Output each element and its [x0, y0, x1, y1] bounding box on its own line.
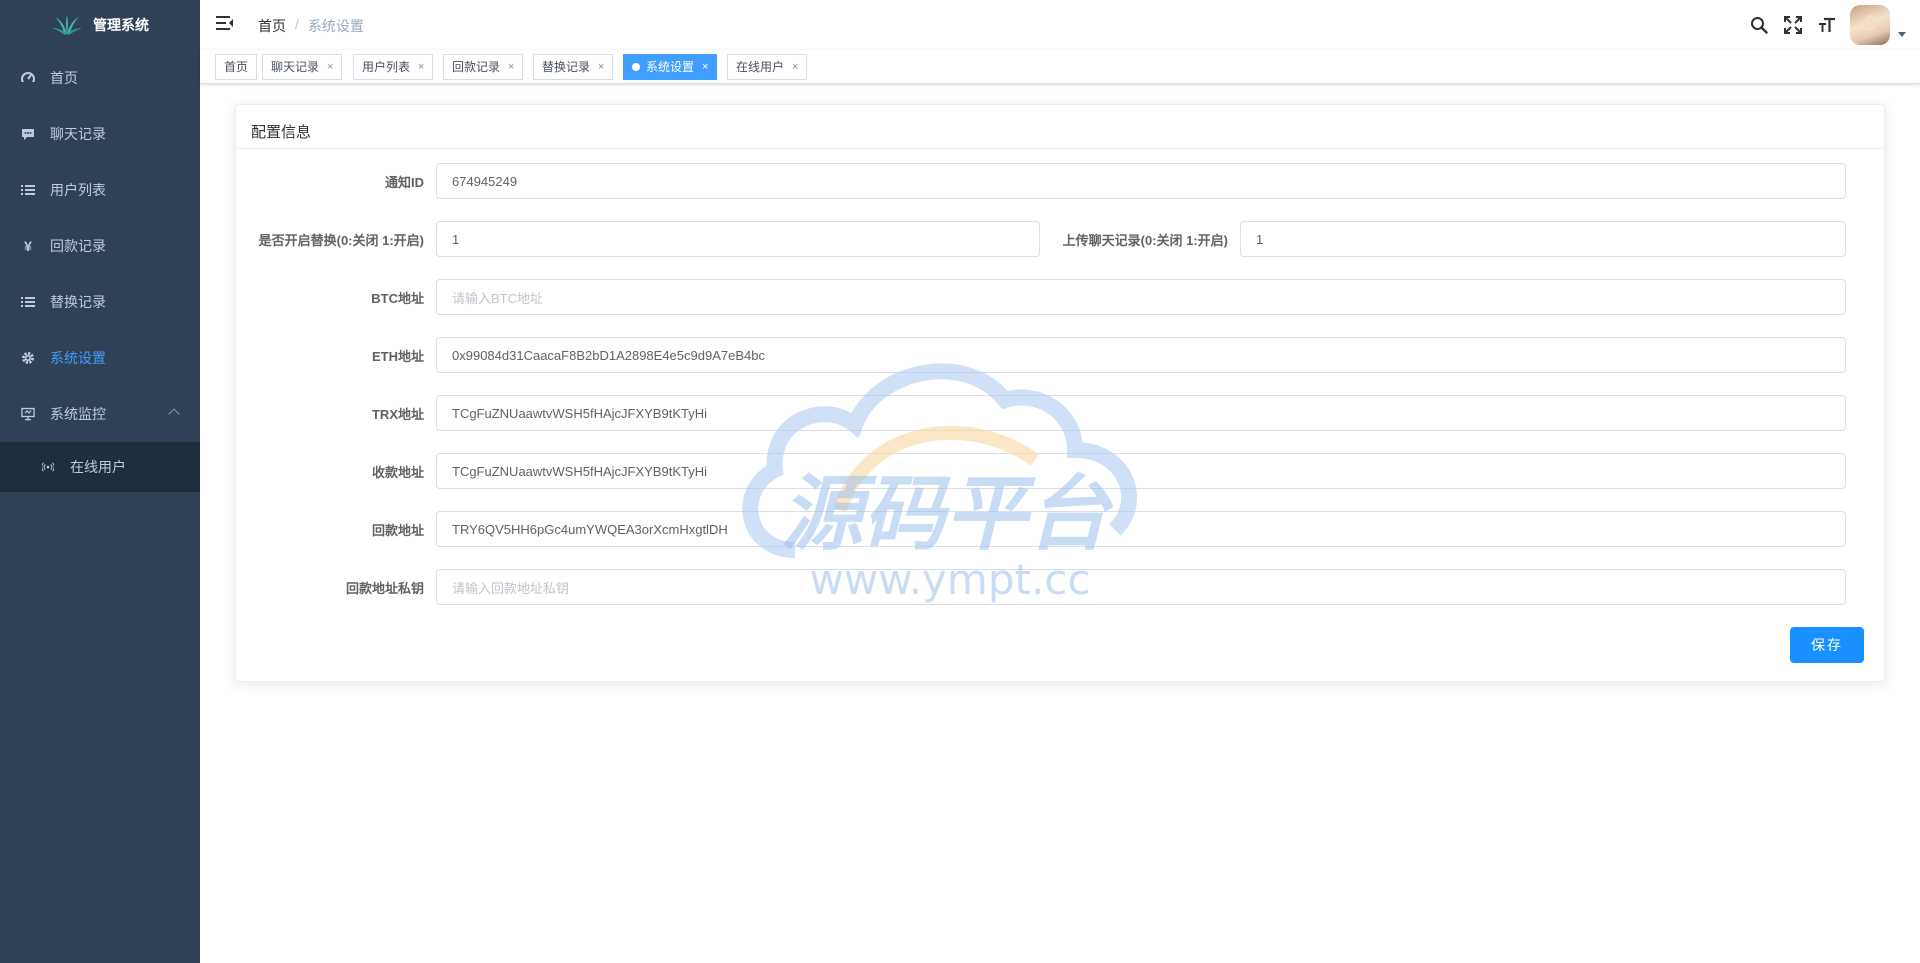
card-title: 配置信息 [236, 105, 1884, 149]
sidebar-item-online-users[interactable]: 在线用户 [0, 442, 200, 492]
navbar: 首页 / 系统设置 [200, 0, 1920, 50]
form-row-receive: 收款地址 TCgFuZNUaawtvWSH5fHAjcJFXYB9tKTyHi [236, 453, 1846, 489]
receive-label: 收款地址 [371, 464, 424, 480]
user-menu[interactable] [1850, 5, 1906, 45]
list-icon [20, 294, 36, 310]
tag-label: 替换记录 [542, 60, 591, 74]
active-dot-icon [632, 63, 640, 71]
form-row-replace: 是否开启替换(0:关闭 1:开启) 1 [236, 221, 1040, 257]
close-icon[interactable]: × [418, 55, 424, 79]
search-icon[interactable] [1742, 0, 1776, 50]
list-icon [20, 182, 36, 198]
dashboard-icon [20, 70, 36, 86]
monitor-icon [20, 406, 36, 422]
message-icon [20, 126, 36, 142]
tag-label: 回款记录 [452, 60, 501, 74]
avatar[interactable] [1850, 5, 1890, 45]
form-row-trx: TRX地址 TCgFuZNUaawtvWSH5fHAjcJFXYB9tKTyHi [236, 395, 1846, 431]
eth-input[interactable]: 0x99084d31CaacaF8B2bD1A2898E4e5c9d9A7eB4… [436, 337, 1846, 373]
replace-enabled-label: 是否开启替换(0:关闭 1:开启) [258, 232, 424, 248]
caret-down-icon [1898, 31, 1906, 37]
sidebar-submenu: 在线用户 [0, 442, 200, 492]
fullscreen-icon[interactable] [1776, 0, 1810, 50]
form-row-btc: BTC地址 请输入BTC地址 [236, 279, 1846, 315]
upload-chat-input[interactable]: 1 [1240, 221, 1846, 257]
logo[interactable]: 管理系统 [0, 0, 200, 50]
refund-input[interactable]: TRY6QV5HH6pGc4umYWQEA3orXcmHxgtlDH [436, 511, 1846, 547]
logo-icon [52, 15, 82, 35]
tag-label: 在线用户 [736, 60, 785, 74]
tag-label: 系统设置 [646, 60, 695, 74]
tag-home[interactable]: 首页 [215, 54, 258, 80]
app-title: 管理系统 [93, 17, 149, 33]
close-icon[interactable]: × [598, 55, 604, 79]
save-button[interactable]: 保存 [1790, 627, 1864, 663]
breadcrumb-home[interactable]: 首页 [258, 16, 286, 36]
chevron-up-icon [168, 408, 180, 420]
tag-label: 首页 [224, 60, 249, 74]
hamburger-icon[interactable] [216, 15, 236, 35]
config-card: 配置信息 通知ID 674945249 是否开启替换(0:关闭 1:开启) 1 … [235, 104, 1885, 682]
gear-icon [20, 350, 36, 366]
sidebar-item-label: 替换记录 [50, 294, 106, 310]
close-icon[interactable]: × [327, 55, 333, 79]
sidebar-item-label: 聊天记录 [50, 126, 106, 142]
sidebar-item-refunds[interactable]: ¥ 回款记录 [0, 218, 200, 274]
sidebar: 管理系统 首页 聊天记录 用户列表 ¥ 回款记录 替换记录 系统设置 系统监控 … [0, 0, 200, 963]
replace-enabled-input[interactable]: 1 [436, 221, 1040, 257]
form-row-upload-chat: 上传聊天记录(0:关闭 1:开启) 1 [1040, 221, 1846, 257]
online-icon [40, 459, 56, 475]
notify-id-input[interactable]: 674945249 [436, 163, 1846, 199]
sidebar-item-label: 回款记录 [50, 238, 106, 254]
tag-users[interactable]: 用户列表 × [353, 54, 434, 80]
sidebar-item-label: 系统设置 [50, 350, 106, 366]
refund-key-label: 回款地址私钥 [345, 580, 424, 596]
yen-icon: ¥ [24, 238, 32, 254]
tag-replacements[interactable]: 替换记录 × [533, 54, 614, 80]
form-row-refund-key: 回款地址私钥 请输入回款地址私钥 [236, 569, 1846, 605]
tag-label: 用户列表 [362, 60, 411, 74]
refund-key-input[interactable]: 请输入回款地址私钥 [436, 569, 1846, 605]
btc-input[interactable]: 请输入BTC地址 [436, 279, 1846, 315]
font-size-icon[interactable] [1810, 0, 1844, 50]
navbar-right [1742, 0, 1920, 50]
sidebar-item-label: 系统监控 [50, 406, 106, 422]
form-row-eth: ETH地址 0x99084d31CaacaF8B2bD1A2898E4e5c9d… [236, 337, 1846, 373]
form-row-notify-id: 通知ID 674945249 [236, 163, 1846, 199]
refund-label: 回款地址 [371, 522, 424, 538]
breadcrumb-separator: / [295, 16, 299, 32]
sidebar-item-settings[interactable]: 系统设置 [0, 330, 200, 386]
breadcrumb-current: 系统设置 [307, 18, 364, 34]
sidebar-item-replacements[interactable]: 替换记录 [0, 274, 200, 330]
sidebar-item-label: 在线用户 [70, 459, 126, 475]
tags-view: 首页 聊天记录 × 用户列表 × 回款记录 × 替换记录 × 系统设置 × 在线… [200, 50, 1920, 84]
upload-chat-label: 上传聊天记录(0:关闭 1:开启) [1062, 232, 1228, 248]
sidebar-item-label: 首页 [50, 70, 78, 86]
form-row-refund: 回款地址 TRY6QV5HH6pGc4umYWQEA3orXcmHxgtlDH [236, 511, 1846, 547]
breadcrumb: 首页 / 系统设置 [258, 16, 364, 36]
sidebar-item-label: 用户列表 [50, 182, 106, 198]
tag-label: 聊天记录 [271, 60, 320, 74]
sidebar-item-users[interactable]: 用户列表 [0, 162, 200, 218]
close-icon[interactable]: × [508, 55, 514, 79]
sidebar-menu: 首页 聊天记录 用户列表 ¥ 回款记录 替换记录 系统设置 系统监控 [0, 50, 200, 442]
sidebar-item-home[interactable]: 首页 [0, 50, 200, 106]
tag-refunds[interactable]: 回款记录 × [443, 54, 524, 80]
receive-input[interactable]: TCgFuZNUaawtvWSH5fHAjcJFXYB9tKTyHi [436, 453, 1846, 489]
close-icon[interactable]: × [702, 55, 708, 79]
tag-settings[interactable]: 系统设置 × [623, 54, 718, 80]
sidebar-item-chat[interactable]: 聊天记录 [0, 106, 200, 162]
eth-label: ETH地址 [371, 348, 424, 364]
close-icon[interactable]: × [792, 55, 798, 79]
sidebar-item-monitor[interactable]: 系统监控 [0, 386, 200, 442]
notify-id-label: 通知ID [384, 174, 424, 190]
trx-input[interactable]: TCgFuZNUaawtvWSH5fHAjcJFXYB9tKTyHi [436, 395, 1846, 431]
btc-label: BTC地址 [371, 290, 424, 306]
trx-label: TRX地址 [371, 406, 424, 422]
tag-chat[interactable]: 聊天记录 × [262, 54, 343, 80]
tag-online-users[interactable]: 在线用户 × [727, 54, 808, 80]
